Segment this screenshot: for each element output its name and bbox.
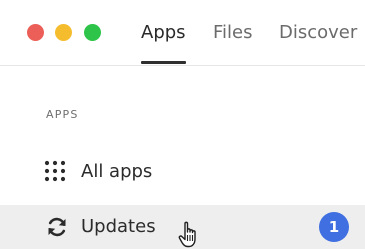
tab-discover[interactable]: Discover: [279, 21, 357, 45]
minimize-window-button[interactable]: [55, 24, 72, 41]
title-bar: Apps Files Discover: [0, 0, 365, 65]
refresh-icon: [48, 217, 66, 237]
sidebar-item-label: Updates: [81, 216, 156, 237]
updates-count-badge: 1: [319, 212, 349, 242]
close-window-button[interactable]: [27, 24, 44, 41]
tab-files[interactable]: Files: [213, 21, 253, 45]
zoom-window-button[interactable]: [84, 24, 101, 41]
hand-pointer-icon: [178, 221, 196, 248]
section-heading-apps: APPS: [46, 108, 79, 121]
grid-icon: [44, 160, 66, 182]
tab-apps[interactable]: Apps: [141, 21, 186, 45]
active-tab-indicator: [141, 61, 186, 64]
sidebar-item-all-apps[interactable]: All apps: [0, 152, 365, 190]
sidebar-item-label: All apps: [81, 161, 153, 182]
header-divider: [0, 65, 365, 66]
